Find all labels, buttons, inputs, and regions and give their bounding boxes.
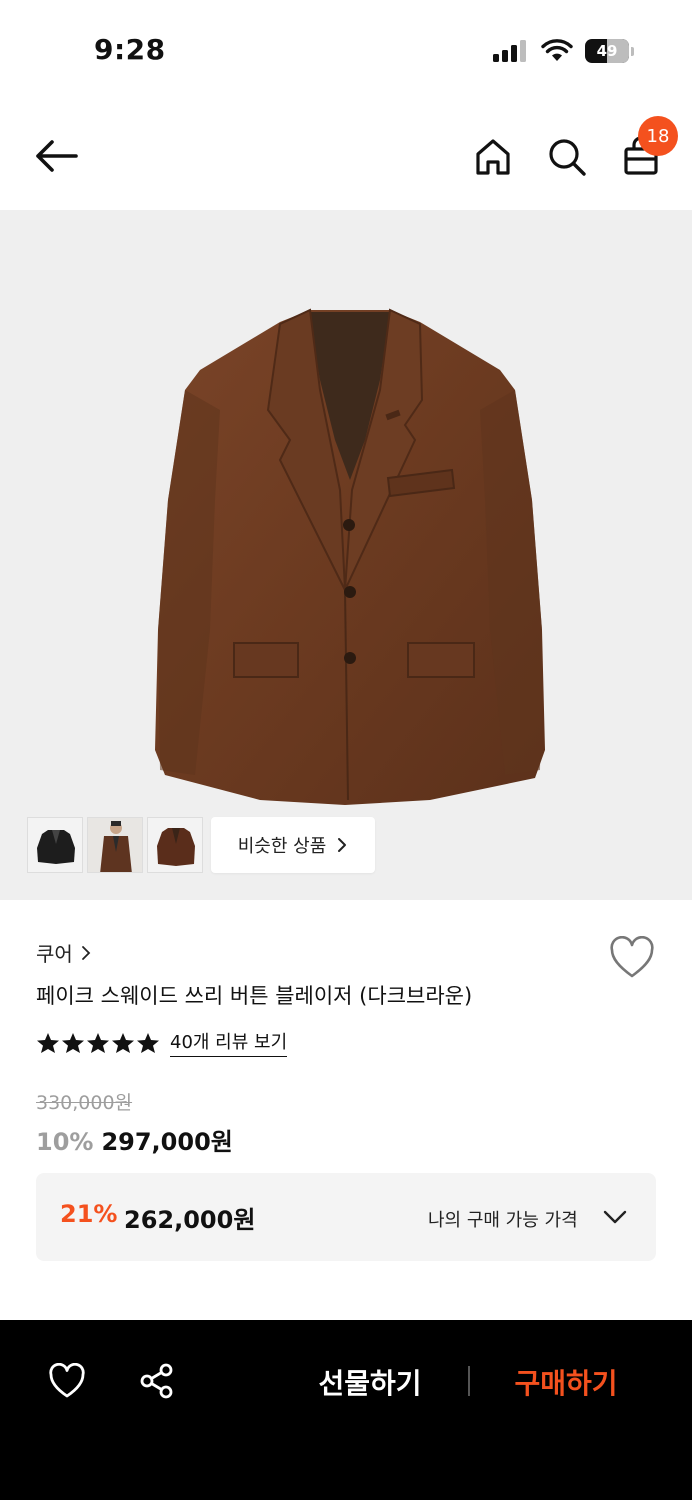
signal-icon (493, 40, 526, 62)
star-icon (62, 1032, 84, 1053)
wifi-icon (541, 39, 573, 61)
chevron-right-icon (338, 838, 347, 852)
product-title: 페이크 스웨이드 쓰리 버튼 블레이저 (다크브라운) (36, 984, 473, 1008)
similar-products-label: 비슷한 상품 (237, 836, 327, 857)
chevron-right-icon (81, 945, 91, 960)
star-icon (37, 1032, 59, 1053)
heart-icon[interactable] (48, 1363, 86, 1399)
discount-rate: 10% (36, 1128, 94, 1156)
battery-icon: 49 (585, 39, 629, 63)
my-price: 262,000원 (124, 1206, 256, 1234)
product-image-area[interactable]: 비슷한 상품 (0, 210, 692, 900)
star-rating (36, 1032, 160, 1054)
home-icon[interactable] (472, 136, 514, 178)
nav-bar (0, 100, 692, 210)
cart-count-badge: 18 (638, 116, 678, 156)
star-icon (87, 1032, 109, 1053)
my-price-box[interactable]: 21% 262,000원 나의 구매 가능 가격 (36, 1173, 656, 1261)
buy-button[interactable]: 구매하기 (496, 1360, 636, 1404)
my-price-label: 나의 구매 가능 가격 (428, 1210, 578, 1231)
status-icons: 49 (493, 36, 634, 66)
thumbnail-model[interactable] (87, 817, 143, 873)
product-info: 쿠어 페이크 스웨이드 쓰리 버튼 블레이저 (다크브라운) 40개 리뷰 보기… (0, 900, 692, 1320)
status-bar: 9:28 49 (0, 0, 692, 100)
bottom-action-bar: 선물하기 구매하기 (0, 1320, 692, 1500)
chevron-down-icon[interactable] (602, 1207, 628, 1227)
thumbnail-black-jacket[interactable] (27, 817, 83, 873)
star-icon (137, 1032, 159, 1053)
similar-products-button[interactable]: 비슷한 상품 (211, 817, 375, 873)
rating-row: 40개 리뷰 보기 (36, 1028, 288, 1057)
thumbnail-brown-jacket[interactable] (147, 817, 203, 873)
divider (468, 1366, 470, 1396)
brand-name: 쿠어 (36, 942, 73, 966)
brand-link[interactable]: 쿠어 (36, 938, 91, 967)
review-link[interactable]: 40개 리뷰 보기 (170, 1028, 288, 1057)
star-icon (112, 1032, 134, 1053)
battery-cap (631, 46, 634, 56)
share-icon[interactable] (138, 1362, 176, 1400)
price-row: 10% 297,000원 (36, 1122, 233, 1157)
heart-icon[interactable] (608, 936, 656, 980)
battery-level: 49 (596, 42, 618, 60)
status-time: 9:28 (94, 33, 166, 66)
original-price: 330,000원 (36, 1092, 133, 1114)
my-discount-rate: 21% (60, 1200, 118, 1228)
arrow-left-icon[interactable] (30, 135, 82, 177)
gift-button[interactable]: 선물하기 (300, 1360, 440, 1404)
sale-price: 297,000원 (101, 1128, 233, 1156)
product-image-jacket[interactable] (140, 300, 560, 820)
thumbnail-strip: 비슷한 상품 (27, 817, 375, 873)
search-icon[interactable] (546, 136, 588, 178)
